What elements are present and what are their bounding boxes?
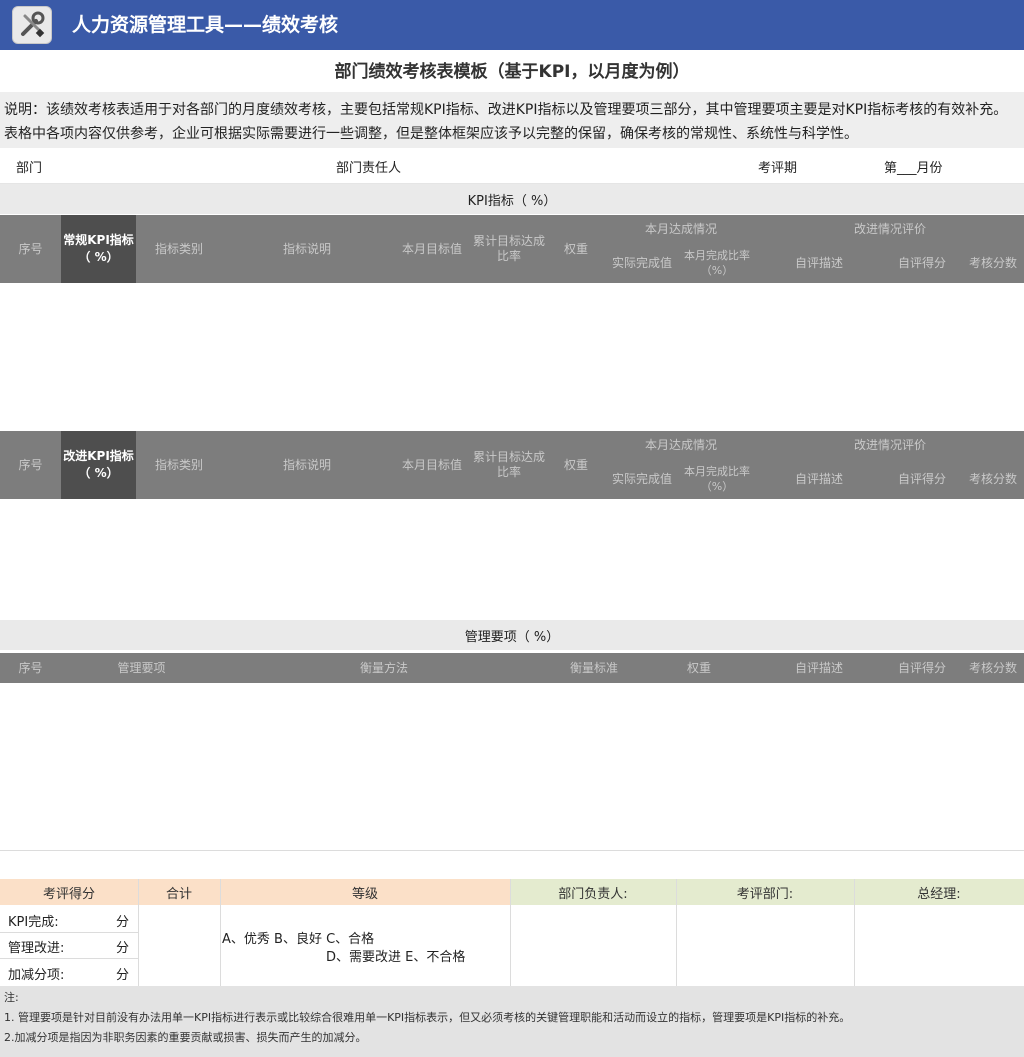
regular-kpi-cumulative-header: 累计目标达成比率 [472,234,545,263]
eval-dept-sign-label: 考评部门: [736,886,794,902]
regular-kpi-category-header: 常规KPI指标（ %） [63,233,134,264]
improve-kpi-cumulative-header: 累计目标达成比率 [472,450,545,479]
evaluation-period-label: 考评期 [758,161,798,176]
month-field[interactable]: 第___月份 [884,154,943,184]
department-label: 部门 [16,161,43,176]
department-leader-field[interactable] [420,154,740,184]
regular-kpi-type-header: 指标类别 [154,241,203,256]
improve-kpi-table-body[interactable] [0,500,1024,618]
summary-divider [220,879,221,986]
management-method-header: 衡量方法 [359,660,408,675]
grade-label: 等级 [351,886,378,902]
improve-kpi-category-header: 改进KPI指标（ %） [63,449,134,480]
improve-kpi-desc-header: 指标说明 [282,457,331,472]
dept-leader-sign-label: 部门负责人: [558,886,628,902]
regular-kpi-table-body[interactable] [0,284,1024,430]
grade-options-line2: D、需要改进 E、不合格 [326,950,466,965]
table-divider [0,850,1024,851]
total-score-field[interactable] [139,906,219,986]
regular-kpi-seq-header: 序号 [18,241,43,256]
gm-signature-field[interactable] [855,906,1024,986]
mgmt-improve-unit: 分 [116,941,130,956]
improve-kpi-type-header: 指标类别 [154,457,203,472]
management-final-score-header: 考核分数 [968,660,1017,675]
regular-kpi-rate-header: 本月完成比率（%） [684,249,750,277]
regular-kpi-actual-header: 实际完成值 [611,255,672,270]
grade-options-line1: A、优秀 B、良好 C、合格 [222,932,375,947]
management-table-body[interactable] [0,684,1024,850]
regular-kpi-final-score-header: 考核分数 [968,255,1017,270]
kpi-section-title: KPI指标（ %） [0,184,1024,214]
department-field[interactable] [64,154,324,184]
wrench-screwdriver-icon [12,6,52,44]
improve-kpi-weight-header: 权重 [563,457,588,472]
regular-kpi-eval-desc-header: 自评描述 [794,255,843,270]
improve-kpi-seq-header: 序号 [18,457,43,472]
improve-kpi-self-score-header: 自评得分 [897,471,946,486]
kpi-done-label: KPI完成: [8,915,59,930]
improve-kpi-rate-header: 本月完成比率（%） [684,465,750,493]
document-title: 部门绩效考核表模板（基于KPI，以月度为例） [334,61,690,82]
improve-kpi-eval-group-header: 改进情况评价 [853,437,926,452]
notes-panel: 注: 1. 管理要项是针对目前没有办法用单一KPI指标进行表示或比较综合很难用单… [0,986,1024,1057]
bonus-unit: 分 [116,968,130,983]
regular-kpi-completion-group-header: 本月达成情况 [644,221,717,236]
app-title: 人力资源管理工具——绩效考核 [72,14,339,36]
gm-sign-label: 总经理: [917,886,961,902]
note-1: 1. 管理要项是针对目前没有办法用单一KPI指标进行表示或比较综合很难用单一KP… [4,1011,851,1024]
department-leader-label: 部门责任人 [336,161,402,176]
kpi-done-unit: 分 [116,915,130,930]
eval-dept-signature-field[interactable] [677,906,853,986]
improve-kpi-actual-header: 实际完成值 [611,471,672,486]
document-description: 说明：该绩效考核表适用于对各部门的月度绩效考核，主要包括常规KPI指标、改进KP… [0,92,1024,148]
management-item-header: 管理要项 [117,660,166,675]
management-section-title: 管理要项（ %） [0,620,1024,650]
total-label: 合计 [165,886,192,902]
improve-kpi-eval-desc-header: 自评描述 [794,471,843,486]
summary-divider [0,932,138,933]
dept-leader-signature-field[interactable] [511,906,675,986]
regular-kpi-target-header: 本月目标值 [401,241,462,256]
score-label: 考评得分 [42,886,95,902]
improve-kpi-target-header: 本月目标值 [401,457,462,472]
management-self-score-header: 自评得分 [897,660,946,675]
regular-kpi-eval-group-header: 改进情况评价 [853,221,926,236]
bonus-label: 加减分项: [8,968,65,983]
management-eval-desc-header: 自评描述 [794,660,843,675]
notes-title: 注: [4,991,19,1004]
regular-kpi-desc-header: 指标说明 [282,241,331,256]
mgmt-improve-label: 管理改进: [8,941,65,956]
management-standard-header: 衡量标准 [569,660,618,675]
improve-kpi-completion-group-header: 本月达成情况 [644,437,717,452]
regular-kpi-weight-header: 权重 [563,241,588,256]
note-2: 2.加减分项是指因为非职务因素的重要贡献或损害、损失而产生的加减分。 [4,1031,367,1044]
improve-kpi-final-score-header: 考核分数 [968,471,1017,486]
management-seq-header: 序号 [18,660,43,675]
summary-divider [0,958,138,959]
management-weight-header: 权重 [686,660,711,675]
regular-kpi-self-score-header: 自评得分 [897,255,946,270]
